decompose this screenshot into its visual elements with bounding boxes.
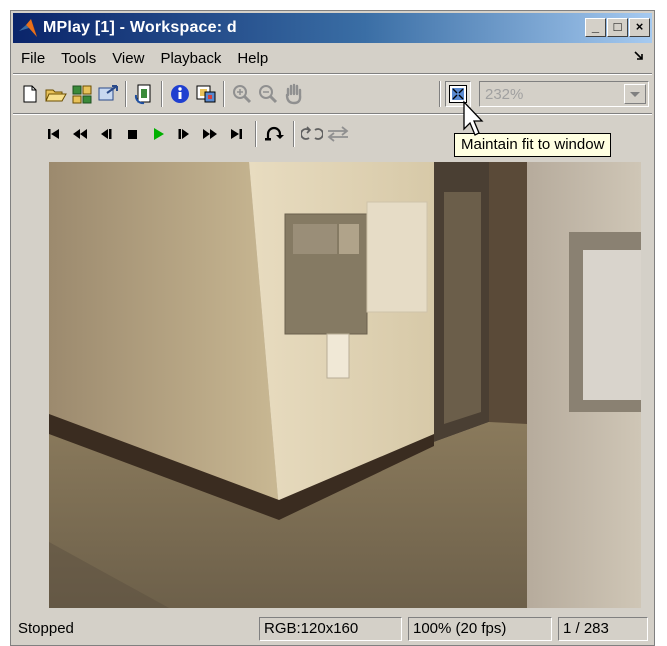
menu-playback[interactable]: Playback <box>152 50 229 67</box>
step-back-button[interactable] <box>93 121 119 147</box>
rewind-icon <box>73 129 87 139</box>
new-button[interactable] <box>17 81 43 107</box>
jump-to-icon <box>265 126 284 141</box>
zoom-level-combo[interactable]: 232% <box>479 81 649 107</box>
info-button[interactable] <box>167 81 193 107</box>
import-workspace-icon <box>72 85 92 104</box>
step-forward-button[interactable] <box>171 121 197 147</box>
pan-button[interactable] <box>281 81 307 107</box>
play-button[interactable] <box>145 121 171 147</box>
refresh-source-icon <box>134 84 151 105</box>
status-bar: Stopped RGB:120x160 100% (20 fps) 1 / 28… <box>13 615 652 643</box>
menu-help[interactable]: Help <box>229 50 276 67</box>
chevron-down-icon <box>630 92 640 97</box>
play-icon <box>154 128 164 140</box>
video-frame-image <box>49 162 641 608</box>
mplay-window: MPlay [1] - Workspace: d _ □ × File Tool… <box>10 10 655 646</box>
colormap-button[interactable] <box>193 81 219 107</box>
zoom-out-button[interactable] <box>255 81 281 107</box>
jump-to-button[interactable] <box>261 121 287 147</box>
menu-tools[interactable]: Tools <box>53 50 104 67</box>
menu-file[interactable]: File <box>13 50 53 67</box>
step-back-icon <box>101 129 112 139</box>
video-format: RGB:120x160 <box>259 617 402 641</box>
pan-hand-icon <box>285 83 302 105</box>
mouse-cursor-icon <box>463 100 484 136</box>
import-workspace-button[interactable] <box>69 81 95 107</box>
rewind-button[interactable] <box>67 121 93 147</box>
menu-separator <box>13 73 652 75</box>
go-to-last-icon <box>231 129 242 139</box>
auto-reverse-button[interactable] <box>299 121 325 147</box>
playback-rate: 100% (20 fps) <box>408 617 552 641</box>
matlab-logo-icon <box>19 19 37 37</box>
minimize-button[interactable]: _ <box>585 18 606 37</box>
zoom-out-icon <box>259 85 278 104</box>
open-icon <box>45 89 67 102</box>
menu-view[interactable]: View <box>104 50 152 67</box>
zoom-level-value: 232% <box>485 86 524 103</box>
file-toolbar: 232% <box>15 77 650 111</box>
export-button[interactable] <box>95 81 121 107</box>
stop-button[interactable] <box>119 121 145 147</box>
video-display-area[interactable] <box>13 153 652 613</box>
playback-state: Stopped <box>18 620 74 637</box>
toolbar-separator <box>13 113 652 115</box>
zoom-in-icon <box>233 85 252 104</box>
go-to-first-icon <box>48 129 59 139</box>
forward-backward-button[interactable] <box>325 121 351 147</box>
info-icon <box>171 85 189 103</box>
go-to-first-button[interactable] <box>41 121 67 147</box>
auto-reverse-icon <box>301 126 323 140</box>
colormap-icon <box>196 85 216 103</box>
go-to-last-button[interactable] <box>223 121 249 147</box>
stop-icon <box>128 130 137 139</box>
open-button[interactable] <box>43 81 69 107</box>
menu-bar: File Tools View Playback Help <box>13 45 652 71</box>
new-icon <box>23 85 37 103</box>
close-button[interactable]: × <box>629 18 650 37</box>
step-forward-icon <box>178 129 189 139</box>
forward-backward-icon <box>327 126 349 142</box>
dock-arrow-icon[interactable] <box>634 51 644 61</box>
fast-forward-icon <box>203 129 217 139</box>
export-icon <box>98 85 118 101</box>
maximize-button[interactable]: □ <box>607 18 628 37</box>
refresh-source-button[interactable] <box>131 81 157 107</box>
window-title: MPlay [1] - Workspace: d <box>43 19 237 36</box>
fast-forward-button[interactable] <box>197 121 223 147</box>
zoom-in-button[interactable] <box>229 81 255 107</box>
zoom-dropdown-button[interactable] <box>624 84 646 104</box>
title-bar[interactable]: MPlay [1] - Workspace: d _ □ × <box>13 13 652 43</box>
frame-counter: 1 / 283 <box>558 617 648 641</box>
